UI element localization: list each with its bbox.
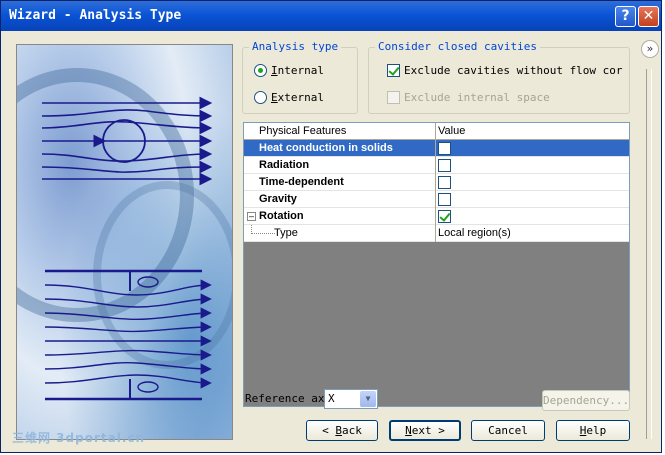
expand-chevron-icon[interactable]: »	[641, 40, 659, 58]
table-row[interactable]: – Rotation	[244, 208, 629, 225]
tree-connector	[251, 225, 275, 234]
feature-name: Rotation	[259, 210, 304, 222]
cancel-button[interactable]: Cancel	[471, 420, 545, 441]
wizard-body: 三维网 3dportal.cn Analysis type Internal E…	[4, 31, 660, 451]
reference-axis-value: X	[328, 392, 335, 405]
physical-features-grid[interactable]: Physical Features Value Heat conduction …	[243, 122, 630, 407]
subfeature-name: Type	[274, 227, 298, 239]
value-checkbox[interactable]	[438, 142, 451, 155]
table-row[interactable]: Heat conduction in solids	[244, 140, 629, 157]
window-title: Wizard - Analysis Type	[9, 8, 182, 23]
internal-radio[interactable]	[254, 64, 267, 77]
feature-name: Radiation	[259, 159, 310, 171]
back-button[interactable]: < Back	[306, 420, 378, 441]
table-row[interactable]: Radiation	[244, 157, 629, 174]
column-divider	[435, 123, 436, 242]
table-row[interactable]: Gravity	[244, 191, 629, 208]
close-icon[interactable]: ✕	[638, 6, 659, 27]
value-checkbox[interactable]	[438, 176, 451, 189]
dependency-button[interactable]: Dependency...	[542, 390, 630, 411]
external-label[interactable]: External	[271, 91, 324, 104]
feature-name: Gravity	[259, 193, 297, 205]
flow-illustration	[16, 44, 233, 440]
external-radio[interactable]	[254, 91, 267, 104]
cavities-legend: Consider closed cavities	[375, 40, 540, 53]
help-title-button[interactable]: ?	[615, 6, 636, 27]
subfeature-value[interactable]: Local region(s)	[438, 227, 511, 239]
divider	[646, 69, 652, 439]
watermark-logo: 三维网 3dportal.cn	[12, 431, 146, 445]
table-row[interactable]: Time-dependent	[244, 174, 629, 191]
title-bar[interactable]: Wizard - Analysis Type ? ✕	[1, 1, 661, 31]
value-checkbox[interactable]	[438, 193, 451, 206]
exclude-no-flow-checkbox[interactable]	[387, 64, 400, 77]
grid-header: Physical Features Value	[244, 123, 629, 140]
collapse-icon[interactable]: –	[247, 212, 256, 221]
col-header-value: Value	[438, 125, 466, 137]
col-header-feature: Physical Features	[259, 125, 347, 137]
exclude-internal-label[interactable]: Exclude internal space	[404, 91, 550, 104]
table-row[interactable]: Type Local region(s)	[244, 225, 629, 242]
wizard-window: Wizard - Analysis Type ? ✕ 三维网 3dportal.…	[0, 0, 662, 453]
feature-name: Heat conduction in solids	[259, 142, 393, 154]
feature-name: Time-dependent	[259, 176, 344, 188]
reference-axis-label: Reference axi	[245, 392, 332, 405]
dropdown-arrow-icon[interactable]: ▼	[360, 391, 376, 407]
value-checkbox[interactable]	[438, 159, 451, 172]
internal-label[interactable]: Internal	[271, 64, 324, 77]
cavities-group: Consider closed cavities Exclude cavitie…	[368, 40, 630, 114]
exclude-internal-checkbox[interactable]	[387, 91, 400, 104]
value-checkbox[interactable]	[438, 210, 451, 223]
reference-axis-select[interactable]: X ▼	[324, 389, 378, 409]
next-button[interactable]: Next >	[389, 420, 461, 441]
analysis-type-group: Analysis type Internal External	[242, 40, 358, 114]
exclude-no-flow-label[interactable]: Exclude cavities without flow cor	[404, 64, 623, 77]
analysis-type-legend: Analysis type	[249, 40, 342, 53]
help-button[interactable]: Help	[556, 420, 630, 441]
